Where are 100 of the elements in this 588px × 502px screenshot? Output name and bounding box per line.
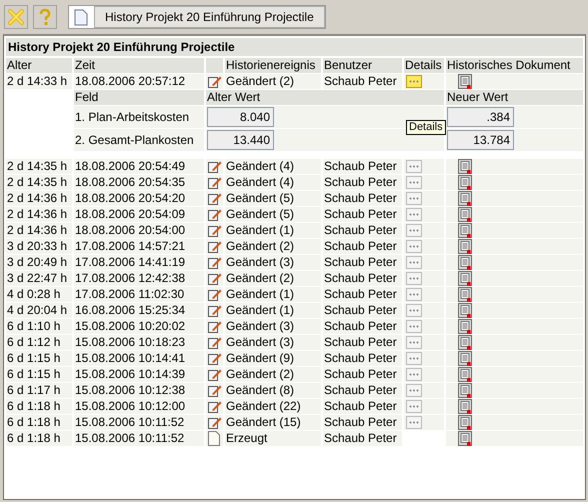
- edit-icon: [208, 208, 222, 221]
- table-cell: 4 d 0:28 h: [6, 287, 72, 302]
- tooltip: Details: [406, 120, 446, 135]
- details-button[interactable]: [406, 288, 422, 301]
- document-icon[interactable]: [458, 319, 472, 334]
- table-cell: 15.08.2006 10:11:52: [74, 415, 204, 430]
- more-icon: [409, 421, 419, 424]
- table-cell: 2 d 14:36 h: [6, 207, 72, 222]
- details-button[interactable]: [406, 416, 422, 429]
- details-button[interactable]: [406, 400, 422, 413]
- column-header: Neuer Wert: [446, 90, 583, 105]
- table-cell: 18.08.2006 20:54:09: [74, 207, 204, 222]
- details-button[interactable]: [406, 304, 422, 317]
- table-cell: Geändert (5): [225, 191, 321, 206]
- value-field: 13.440: [207, 130, 274, 150]
- table-cell: Schaub Peter: [323, 399, 402, 414]
- document-icon[interactable]: [458, 303, 472, 318]
- table-cell: 18.08.2006 20:54:35: [74, 175, 204, 190]
- document-icon[interactable]: [458, 159, 472, 174]
- document-icon[interactable]: [458, 175, 472, 190]
- close-button[interactable]: [4, 5, 28, 29]
- table-cell: Geändert (2): [225, 367, 321, 382]
- table-cell: Schaub Peter: [323, 431, 402, 446]
- table-cell: Geändert (4): [225, 159, 321, 174]
- table-cell: 6 d 1:15 h: [6, 351, 72, 366]
- table-cell: 6 d 1:12 h: [6, 335, 72, 350]
- document-icon[interactable]: [458, 223, 472, 238]
- details-button[interactable]: [406, 272, 422, 285]
- details-button[interactable]: [406, 160, 422, 173]
- details-button[interactable]: [406, 256, 422, 269]
- details-button[interactable]: [406, 192, 422, 205]
- table-cell: 2 d 14:36 h: [6, 191, 72, 206]
- table-cell: Schaub Peter: [323, 74, 402, 89]
- field-label: 1. Plan-Arbeitskosten: [74, 106, 204, 128]
- table-cell: Schaub Peter: [323, 287, 402, 302]
- document-icon[interactable]: [458, 255, 472, 270]
- more-icon: [409, 261, 419, 264]
- edit-icon: [208, 416, 222, 429]
- details-button[interactable]: [406, 384, 422, 397]
- document-icon[interactable]: [458, 383, 472, 398]
- details-button[interactable]: [406, 336, 422, 349]
- details-button[interactable]: [406, 240, 422, 253]
- details-button[interactable]: [406, 176, 422, 189]
- table-cell: Schaub Peter: [323, 271, 402, 286]
- table-cell: 6 d 1:17 h: [6, 383, 72, 398]
- edit-icon: [208, 368, 222, 381]
- history-tab[interactable]: History Projekt 20 Einführung Projectile: [94, 6, 325, 28]
- details-button[interactable]: [406, 368, 422, 381]
- document-icon[interactable]: [458, 367, 472, 382]
- more-icon: [409, 309, 419, 312]
- table-cell: 3 d 22:47 h: [6, 271, 72, 286]
- more-icon: [409, 325, 419, 328]
- more-icon: [409, 165, 419, 168]
- table-cell: 15.08.2006 10:14:39: [74, 367, 204, 382]
- table-cell: Schaub Peter: [323, 191, 402, 206]
- column-header: Benutzer: [323, 58, 402, 73]
- table-cell: Geändert (1): [225, 287, 321, 302]
- document-icon[interactable]: [458, 74, 472, 89]
- table-cell: Schaub Peter: [323, 175, 402, 190]
- document-icon[interactable]: [458, 239, 472, 254]
- document-icon[interactable]: [458, 431, 472, 446]
- more-icon: [409, 181, 419, 184]
- table-cell: Geändert (3): [225, 255, 321, 270]
- table-cell: 2 d 14:33 h: [6, 74, 72, 89]
- details-button[interactable]: [406, 75, 422, 88]
- document-icon[interactable]: [458, 207, 472, 222]
- more-icon: [409, 389, 419, 392]
- document-icon[interactable]: [458, 415, 472, 430]
- document-icon: [74, 8, 88, 26]
- document-icon[interactable]: [458, 287, 472, 302]
- details-button[interactable]: [406, 320, 422, 333]
- details-button[interactable]: [406, 208, 422, 221]
- document-icon[interactable]: [458, 271, 472, 286]
- details-button[interactable]: [406, 352, 422, 365]
- table-cell: 6 d 1:18 h: [6, 399, 72, 414]
- more-icon: [409, 277, 419, 280]
- table-cell: Schaub Peter: [323, 303, 402, 318]
- table-cell: Geändert (9): [225, 351, 321, 366]
- table-cell: 17.08.2006 14:57:21: [74, 239, 204, 254]
- details-button[interactable]: [406, 224, 422, 237]
- edit-icon: [208, 352, 222, 365]
- table-cell: Schaub Peter: [323, 367, 402, 382]
- table-cell: 18.08.2006 20:54:00: [74, 223, 204, 238]
- table-cell: Schaub Peter: [323, 335, 402, 350]
- document-icon[interactable]: [458, 399, 472, 414]
- help-button[interactable]: [33, 5, 57, 29]
- more-icon: [409, 213, 419, 216]
- column-header: Historienereignis: [225, 58, 321, 73]
- table-cell: Schaub Peter: [323, 351, 402, 366]
- table-cell: Schaub Peter: [323, 223, 402, 238]
- table-cell: Erzeugt: [225, 431, 321, 446]
- table-cell: 15.08.2006 10:14:41: [74, 351, 204, 366]
- document-icon[interactable]: [458, 191, 472, 206]
- edit-icon: [208, 304, 222, 317]
- document-icon[interactable]: [458, 335, 472, 350]
- column-header: Zeit: [74, 58, 204, 73]
- table-cell: 6 d 1:18 h: [6, 415, 72, 430]
- field-label: 2. Gesamt-Plankosten: [74, 129, 204, 151]
- help-icon: [38, 8, 52, 26]
- document-icon[interactable]: [458, 351, 472, 366]
